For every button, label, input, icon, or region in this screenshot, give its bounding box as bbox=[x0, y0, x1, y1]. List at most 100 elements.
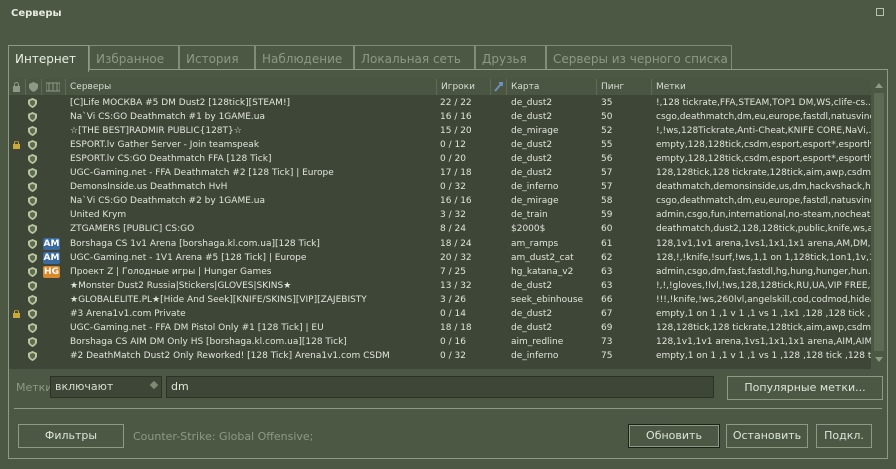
secure-shield-icon bbox=[28, 168, 37, 178]
header-tags[interactable]: Метки bbox=[651, 79, 871, 95]
tab-favorites[interactable]: Избранное bbox=[89, 45, 179, 70]
server-row[interactable]: ★Monster Dust2 Russia|Stickers|GLOVES|SK… bbox=[9, 279, 871, 293]
cell-name: United Krym bbox=[70, 210, 127, 220]
list-scrollbar[interactable] bbox=[872, 79, 886, 369]
secure-shield-icon bbox=[28, 210, 37, 220]
tab-lan[interactable]: Локальная сеть bbox=[354, 45, 475, 70]
tags-mode-select[interactable]: включают bbox=[50, 376, 162, 398]
close-icon[interactable] bbox=[876, 8, 884, 16]
cell-name: UGC-Gaming.net - FFA Deathmatch #2 [128 … bbox=[70, 168, 334, 178]
secure-shield-icon bbox=[28, 154, 37, 164]
replay-icon bbox=[46, 82, 60, 92]
server-row[interactable]: Na`Vi CS:GO Deathmatch #1 by 1GAME.ua 16 … bbox=[9, 110, 871, 124]
cell-ping: 67 bbox=[601, 309, 613, 319]
server-row[interactable]: ESPORT.lv Gather Server - Join teamspeak… bbox=[9, 138, 871, 152]
cell-ping: 59 bbox=[601, 210, 613, 220]
cell-tags: csgo,deathmatch,dm,eu,europe,fastdl,natu… bbox=[656, 196, 871, 206]
cell-tags: 128,1v1,1v1 arena,1vs1,1x1,1x1 arena,AM,… bbox=[656, 239, 871, 249]
server-row[interactable]: AM UGC-Gaming.net - 1V1 Arena #5 [128 Tic… bbox=[9, 251, 871, 265]
secure-shield-icon bbox=[28, 309, 37, 319]
secure-shield-icon bbox=[28, 295, 37, 305]
server-row[interactable]: UGC-Gaming.net - FFA DM Pistol Only #1 [… bbox=[9, 321, 871, 335]
cell-players: 8 / 24 bbox=[440, 224, 466, 234]
cell-name: UGC-Gaming.net - FFA DM Pistol Only #1 [… bbox=[70, 323, 324, 333]
server-row[interactable]: ☆[THE BEST]RADMIR PUBLIC{128T}☆ 15 / 20 de… bbox=[9, 124, 871, 138]
cell-name: ZTGAMERS [PUBLIC] CS:GO bbox=[70, 224, 195, 234]
server-browser-window: Серверы Интернет Избранное История Наблю… bbox=[0, 0, 896, 469]
cell-tags: 128,128tick,128 tickrate,128tick,aim,awp… bbox=[656, 323, 871, 333]
header-password[interactable] bbox=[9, 79, 25, 95]
cell-name: DemonsInside.us Deathmatch HvH bbox=[70, 182, 228, 192]
server-list[interactable]: Серверы Игроки Карта Пинг Метки [C]Life … bbox=[9, 79, 871, 369]
cell-tags: !,!ws,128Tickrate,Anti-Cheat,KNIFE CORE,… bbox=[656, 126, 871, 136]
server-row[interactable]: #2 DeathMatch Dust2 Only Reworked! [128 … bbox=[9, 349, 871, 363]
server-row[interactable]: DemonsInside.us Deathmatch HvH 0 / 32 de_i… bbox=[9, 180, 871, 194]
cell-players: 18 / 24 bbox=[440, 239, 472, 249]
header-secure[interactable] bbox=[25, 79, 41, 95]
header-map[interactable]: Карта bbox=[506, 79, 596, 95]
secure-shield-icon bbox=[28, 196, 37, 206]
cell-map: seek_ebinhouse bbox=[511, 295, 584, 305]
cell-map: am_ramps bbox=[511, 239, 559, 249]
stop-button[interactable]: Остановить bbox=[726, 424, 808, 448]
server-row[interactable]: AM Borshaga CS 1v1 Arena [borshaga.kl.com… bbox=[9, 237, 871, 251]
secure-shield-icon bbox=[28, 351, 37, 361]
cell-ping: 61 bbox=[601, 239, 613, 249]
cell-name: Borshaga CS 1v1 Arena [borshaga.kl.com.u… bbox=[70, 239, 320, 249]
secure-shield-icon bbox=[28, 224, 37, 234]
secure-shield-icon bbox=[28, 98, 37, 108]
connect-button[interactable]: Подкл. bbox=[816, 424, 872, 448]
server-row[interactable]: Na`Vi CS:GO Deathmatch #2 by 1GAME.ua 16 … bbox=[9, 194, 871, 208]
server-row[interactable]: ZTGAMERS [PUBLIC] CS:GO 8 / 24 $2000$ 60 dea… bbox=[9, 222, 871, 236]
cell-tags: !,!,!gloves,!lvl,!ws,128,128tick,RU,UA,V… bbox=[656, 281, 871, 291]
secure-shield-icon bbox=[28, 112, 37, 122]
cell-ping: 57 bbox=[601, 168, 613, 178]
cell-tags: empty,128,128tick,csdm,esport,esport*,es… bbox=[656, 154, 871, 164]
scroll-down-icon[interactable] bbox=[875, 357, 883, 362]
cell-players: 0 / 14 bbox=[440, 309, 466, 319]
cell-map: de_dust2 bbox=[511, 140, 553, 150]
cell-ping: 60 bbox=[601, 224, 613, 234]
server-row[interactable]: HG Проект Z | Голодные игры | Hunger Game… bbox=[9, 265, 871, 279]
server-row[interactable]: Borshaga CS AIM DM Only HS [borshaga.kl.… bbox=[9, 335, 871, 349]
filters-button[interactable]: Фильтры bbox=[18, 424, 124, 448]
header-ping[interactable]: Пинг bbox=[596, 79, 651, 95]
secure-shield-icon bbox=[28, 182, 37, 192]
cell-tags: 128,!,!knife,!surf,!ws,1,1 on 1,128tick,… bbox=[656, 253, 871, 263]
server-row[interactable]: ★GLOBALELITE.PL★[Hide And Seek][KNIFE/SK… bbox=[9, 293, 871, 307]
cell-map: de_train bbox=[511, 210, 548, 220]
tab-friends[interactable]: Друзья bbox=[475, 45, 546, 70]
cell-players: 0 / 32 bbox=[440, 182, 466, 192]
tab-spectate[interactable]: Наблюдение bbox=[255, 45, 354, 70]
cell-name: Проект Z | Голодные игры | Hunger Games bbox=[70, 267, 272, 277]
cell-ping: 35 bbox=[601, 98, 613, 108]
cell-name: ★Monster Dust2 Russia|Stickers|GLOVES|SK… bbox=[70, 281, 292, 291]
header-servers[interactable]: Серверы bbox=[65, 79, 436, 95]
header-replay[interactable] bbox=[41, 79, 65, 95]
scroll-up-icon[interactable] bbox=[875, 83, 883, 88]
server-row[interactable]: UGC-Gaming.net - FFA Deathmatch #2 [128 … bbox=[9, 166, 871, 180]
tab-history[interactable]: История bbox=[179, 45, 255, 70]
tab-blacklisted[interactable]: Серверы из черного списка bbox=[546, 45, 732, 70]
cell-ping: 62 bbox=[601, 253, 613, 263]
cell-players: 17 / 18 bbox=[440, 168, 472, 178]
header-bots[interactable] bbox=[490, 79, 506, 95]
tags-input[interactable]: dm bbox=[166, 376, 714, 398]
scroll-thumb[interactable] bbox=[874, 93, 884, 351]
cell-ping: 66 bbox=[601, 295, 613, 305]
cell-tags: deathmatch,dust2,128,128tick,public,knif… bbox=[656, 224, 871, 234]
cell-name: Na`Vi CS:GO Deathmatch #1 by 1GAME.ua bbox=[70, 112, 265, 122]
server-row[interactable]: [C]Life МОСКВА #5 DM Dust2 [128tick][STE… bbox=[9, 96, 871, 110]
cell-name: UGC-Gaming.net - 1V1 Arena #5 [128 Tick]… bbox=[70, 253, 307, 263]
cell-map: de_mirage bbox=[511, 126, 559, 136]
cell-tags: 128,1v1,1v1 arena,1vs1,1x1,1x1 arena,AIM… bbox=[656, 337, 871, 347]
popular-tags-button[interactable]: Популярные метки... bbox=[727, 376, 883, 400]
server-row[interactable]: #3 Arena1v1.com Private 0 / 14 de_dust2 67 e… bbox=[9, 307, 871, 321]
header-players[interactable]: Игроки bbox=[436, 79, 490, 95]
server-row[interactable]: ESPORT.lv CS:GO Deathmatch FFA [128 Tick… bbox=[9, 152, 871, 166]
secure-shield-icon bbox=[28, 253, 37, 263]
server-row[interactable]: United Krym 3 / 32 de_train 59 admin,csgo,fu… bbox=[9, 208, 871, 222]
cell-map: $2000$ bbox=[511, 224, 546, 234]
tab-internet[interactable]: Интернет bbox=[8, 45, 89, 72]
refresh-button[interactable]: Обновить bbox=[628, 424, 720, 448]
